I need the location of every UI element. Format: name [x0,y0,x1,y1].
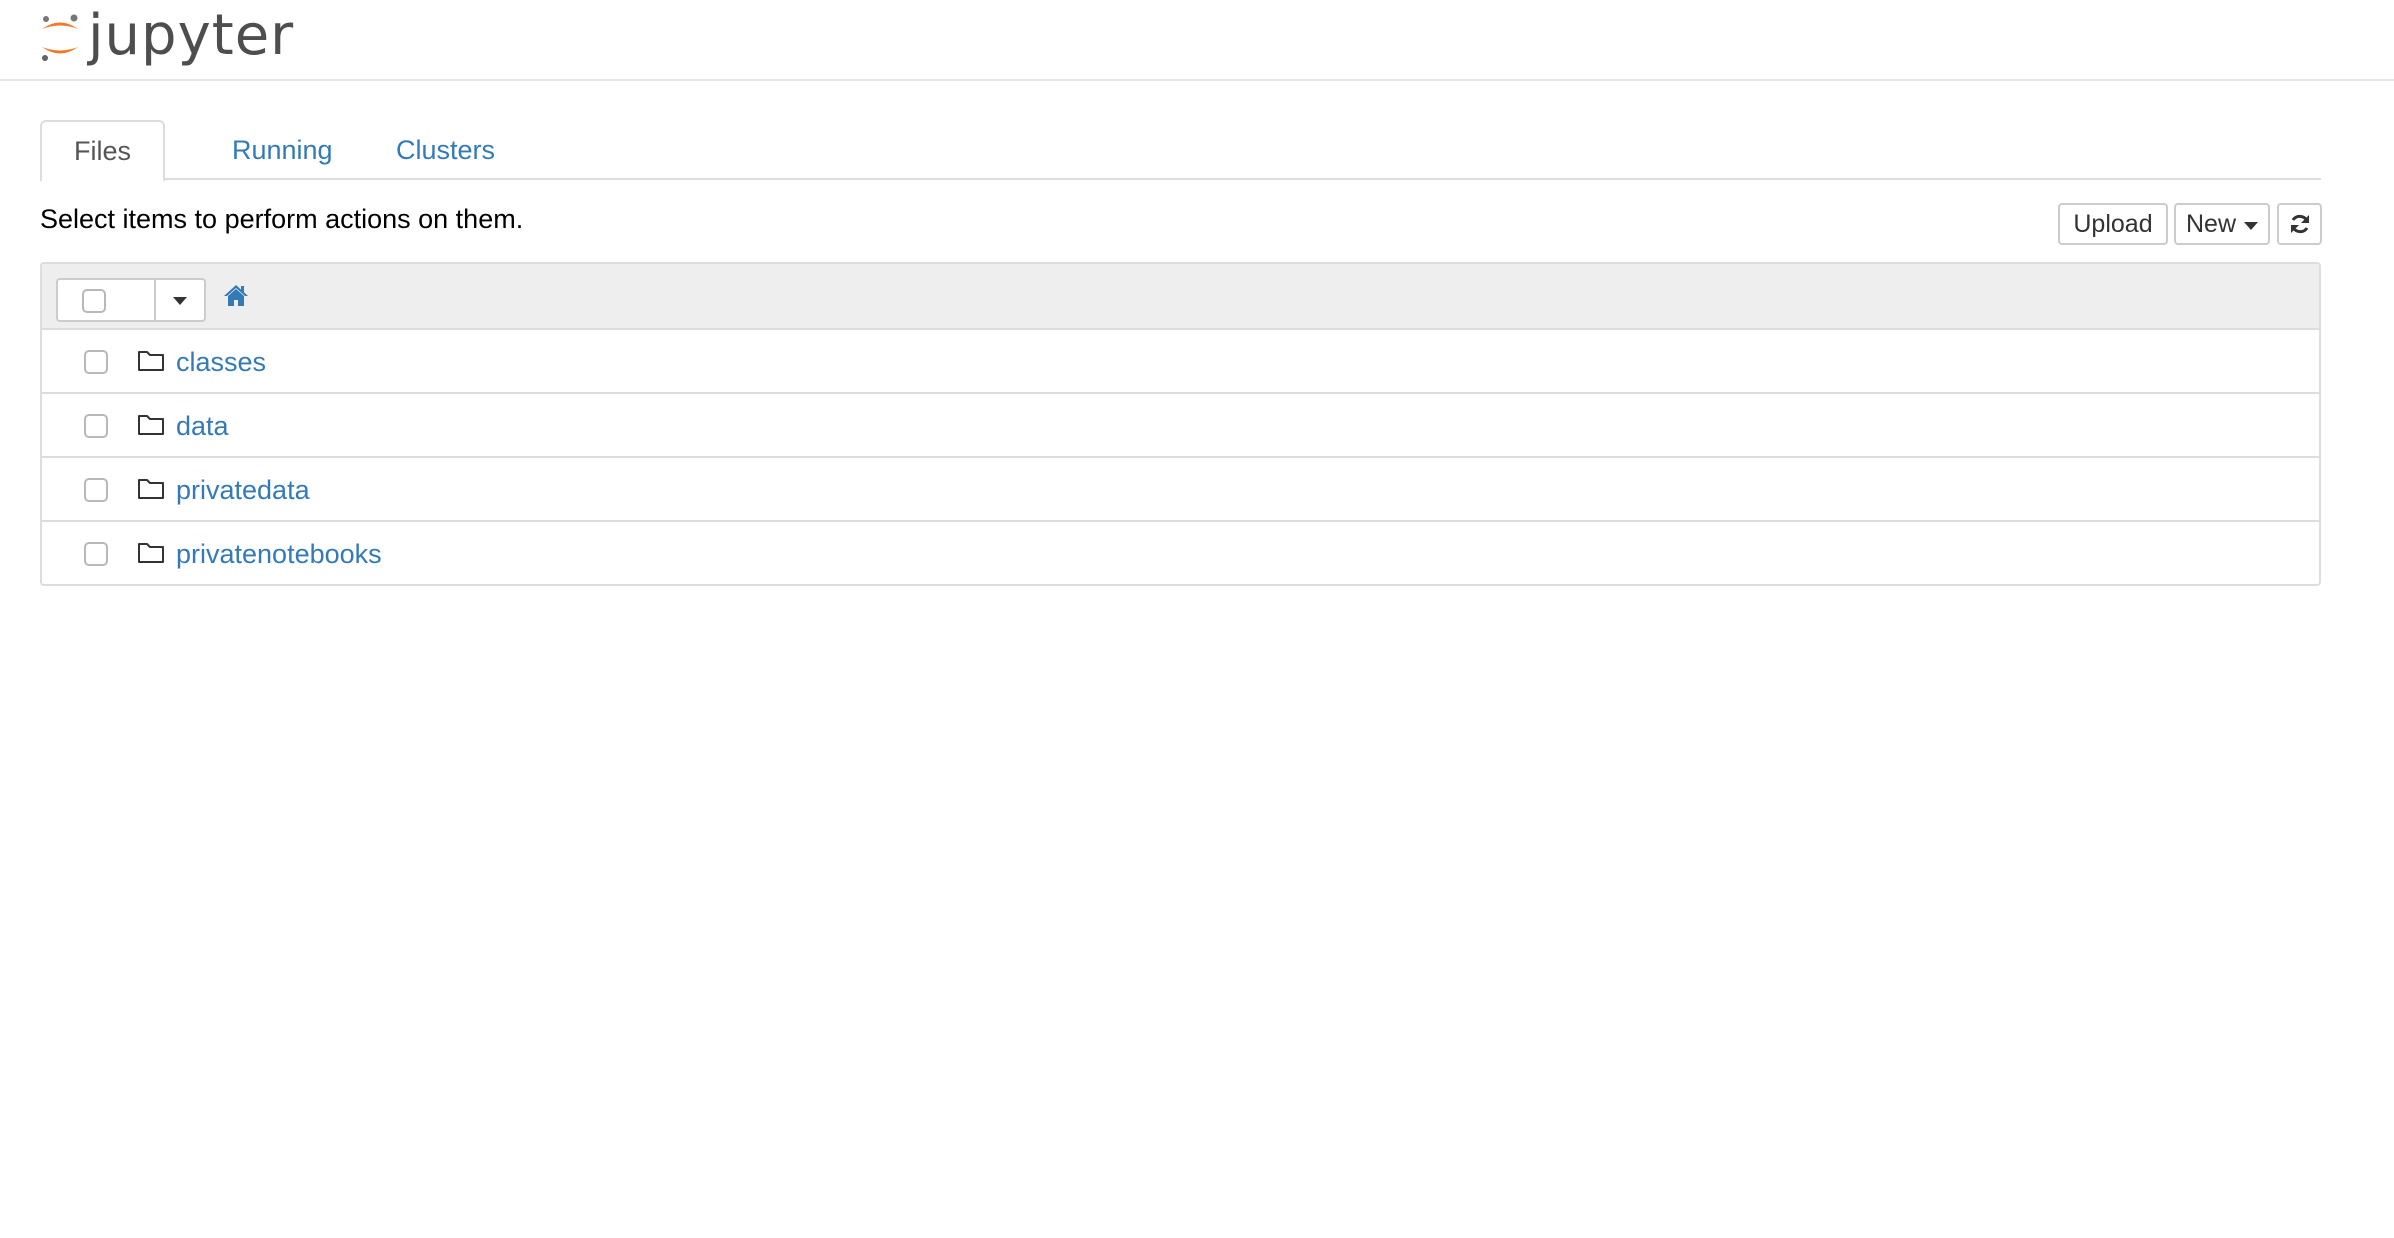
item-name-link[interactable]: classes [176,346,266,378]
tab-bar: Files Running Clusters [40,120,2321,182]
select-all-box[interactable] [56,278,156,322]
refresh-icon [2290,214,2309,234]
file-list-header [42,264,2319,330]
select-dropdown-button[interactable] [156,278,206,322]
folder-icon [138,415,164,435]
jupyter-logo[interactable]: jupyter [38,0,294,76]
header-bar: jupyter [0,0,2394,81]
list-item[interactable]: privatenotebooks [42,522,2319,584]
select-all-group [56,278,206,322]
new-button-label: New [2185,209,2236,238]
folder-icon [138,543,164,563]
item-checkbox[interactable] [84,542,108,566]
tab-running[interactable]: Running [200,120,365,180]
caret-down-icon [173,297,187,305]
instructions-text: Select items to perform actions on them. [40,204,524,234]
tab-clusters[interactable]: Clusters [364,120,527,180]
list-item[interactable]: privatedata [42,458,2319,522]
item-name-link[interactable]: privatenotebooks [176,538,382,570]
caret-down-icon [2244,222,2258,230]
home-icon[interactable] [223,284,249,308]
item-name-link[interactable]: data [176,410,229,442]
upload-button[interactable]: Upload [2058,203,2168,245]
upload-button-label: Upload [2073,209,2153,238]
folder-icon [138,351,164,371]
refresh-button[interactable] [2277,203,2322,245]
folder-icon [138,479,164,499]
item-checkbox[interactable] [84,350,108,374]
file-list: classes data privatedata privatenotebook… [40,262,2321,586]
list-item[interactable]: data [42,394,2319,458]
select-all-checkbox[interactable] [82,289,106,313]
item-name-link[interactable]: privatedata [176,474,310,506]
item-checkbox[interactable] [84,414,108,438]
tab-files[interactable]: Files [40,120,166,182]
logo-text: jupyter [88,3,295,68]
new-button[interactable]: New [2174,203,2270,245]
list-item[interactable]: classes [42,330,2319,394]
item-checkbox[interactable] [84,478,108,502]
jupyter-logo-icon [42,14,78,61]
